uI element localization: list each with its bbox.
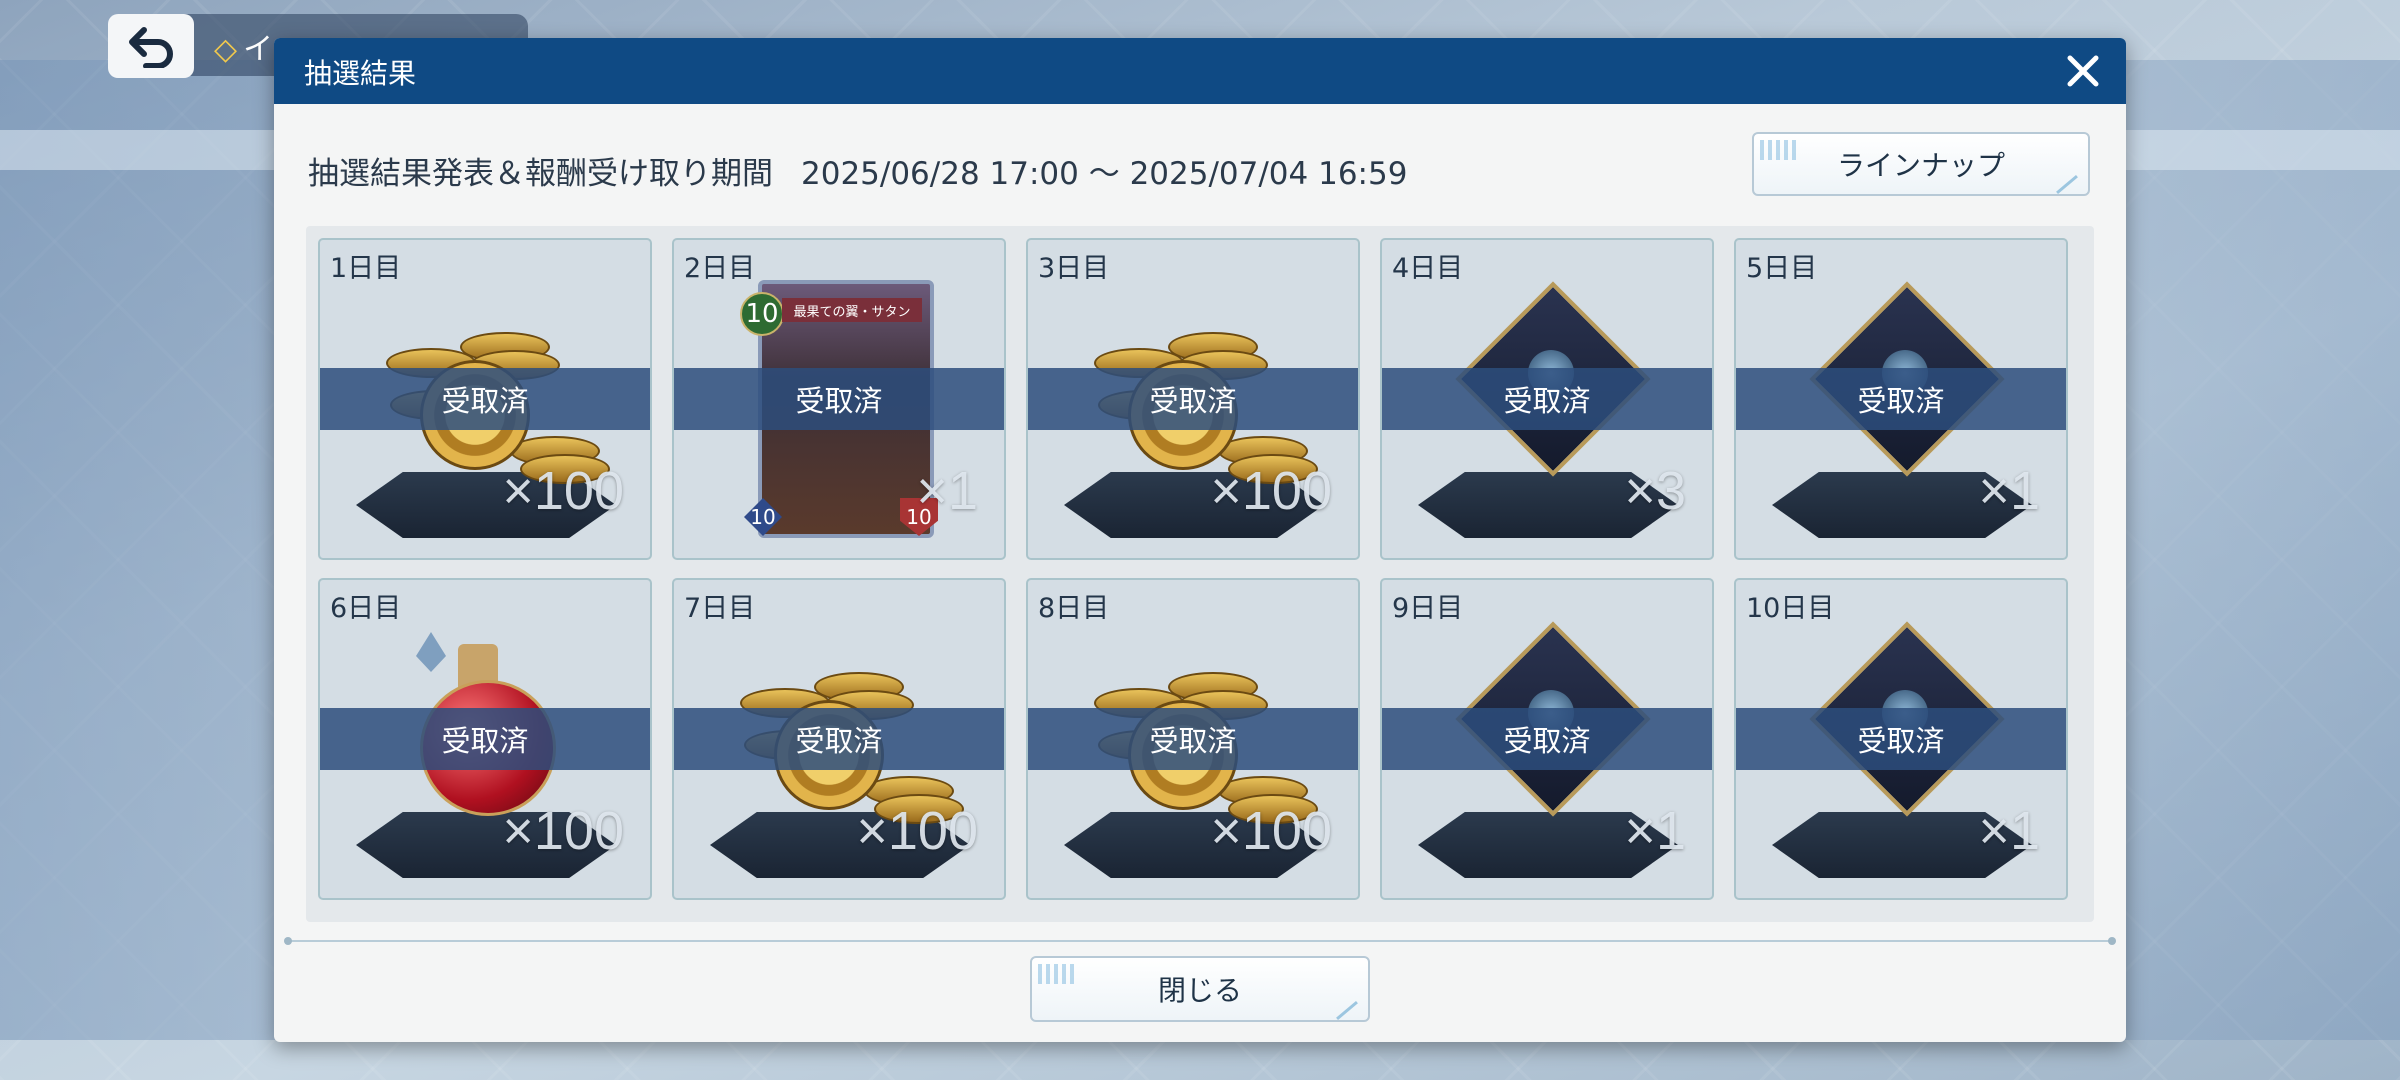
- claimed-badge: 受取済: [320, 708, 650, 770]
- reward-cell: 7日目 受取済 ×100: [672, 578, 1006, 900]
- close-button[interactable]: 閉じる: [1030, 956, 1370, 1022]
- claimed-badge: 受取済: [1028, 708, 1358, 770]
- reward-day-label: 1日目: [330, 253, 402, 284]
- claim-period-value: 2025/06/28 17:00 ～ 2025/07/04 16:59: [801, 156, 1408, 192]
- claim-period-label: 抽選結果発表＆報酬受け取り期間: [308, 156, 773, 192]
- reward-quantity: ×1: [1978, 461, 2040, 521]
- dialog-title: 抽選結果: [304, 57, 417, 90]
- divider: [284, 937, 2116, 945]
- claimed-badge: 受取済: [320, 368, 650, 430]
- reward-day-label: 10日目: [1746, 593, 1835, 624]
- reward-quantity: ×100: [502, 461, 624, 521]
- dialog-header: 抽選結果: [274, 38, 2126, 104]
- reward-quantity: ×100: [856, 801, 978, 861]
- claimed-badge: 受取済: [1736, 368, 2066, 430]
- reward-quantity: ×1: [916, 461, 978, 521]
- diamond-icon: ◇: [214, 32, 238, 67]
- reward-grid: 1日目 受取済 ×100 2日目 10 最果ての翼・サタン 10 10 受取済 …: [306, 226, 2094, 922]
- claimed-badge: 受取済: [1736, 708, 2066, 770]
- background-rail: [2126, 130, 2400, 170]
- reward-day-label: 8日目: [1038, 593, 1110, 624]
- screen-title: ◇ イ: [214, 32, 274, 67]
- reward-cell: 2日目 10 最果ての翼・サタン 10 10 受取済 ×1: [672, 238, 1006, 560]
- reward-day-label: 9日目: [1392, 593, 1464, 624]
- reward-cell: 10日目 受取済 ×1: [1734, 578, 2068, 900]
- reward-day-label: 7日目: [684, 593, 756, 624]
- reward-cell: 8日目 受取済 ×100: [1026, 578, 1360, 900]
- lottery-result-dialog: 抽選結果 抽選結果発表＆報酬受け取り期間 2025/06/28 17:00 ～ 2…: [274, 38, 2126, 1042]
- card-name: 最果ての翼・サタン: [782, 298, 922, 322]
- lineup-button[interactable]: ラインナップ: [1752, 132, 2090, 196]
- close-icon: [2067, 55, 2099, 87]
- claimed-badge: 受取済: [1028, 368, 1358, 430]
- reward-quantity: ×3: [1624, 461, 1686, 521]
- claim-period: 抽選結果発表＆報酬受け取り期間 2025/06/28 17:00 ～ 2025/0…: [308, 148, 1407, 193]
- back-button[interactable]: [108, 14, 194, 78]
- reward-cell: 4日目 受取済 ×3: [1380, 238, 1714, 560]
- close-button-label: 閉じる: [1157, 974, 1242, 1007]
- background-rail: [0, 130, 280, 170]
- lineup-button-label: ラインナップ: [1836, 149, 2005, 182]
- reward-day-label: 6日目: [330, 593, 402, 624]
- reward-quantity: ×100: [1210, 801, 1332, 861]
- reward-quantity: ×1: [1624, 801, 1686, 861]
- reward-quantity: ×100: [1210, 461, 1332, 521]
- close-x-button[interactable]: [2060, 48, 2106, 94]
- card-cost: 10: [740, 292, 784, 336]
- claimed-badge: 受取済: [1382, 368, 1712, 430]
- reward-cell: 5日目 受取済 ×1: [1734, 238, 2068, 560]
- reward-quantity: ×1: [1978, 801, 2040, 861]
- reward-day-label: 5日目: [1746, 253, 1818, 284]
- reward-quantity: ×100: [502, 801, 624, 861]
- reward-cell: 3日目 受取済 ×100: [1026, 238, 1360, 560]
- claimed-badge: 受取済: [674, 368, 1004, 430]
- back-arrow-icon: [129, 27, 173, 68]
- claimed-badge: 受取済: [674, 708, 1004, 770]
- claimed-badge: 受取済: [1382, 708, 1712, 770]
- reward-day-label: 3日目: [1038, 253, 1110, 284]
- reward-cell: 6日目 受取済 ×100: [318, 578, 652, 900]
- reward-day-label: 4日目: [1392, 253, 1464, 284]
- reward-day-label: 2日目: [684, 253, 756, 284]
- reward-cell: 9日目 受取済 ×1: [1380, 578, 1714, 900]
- reward-cell: 1日目 受取済 ×100: [318, 238, 652, 560]
